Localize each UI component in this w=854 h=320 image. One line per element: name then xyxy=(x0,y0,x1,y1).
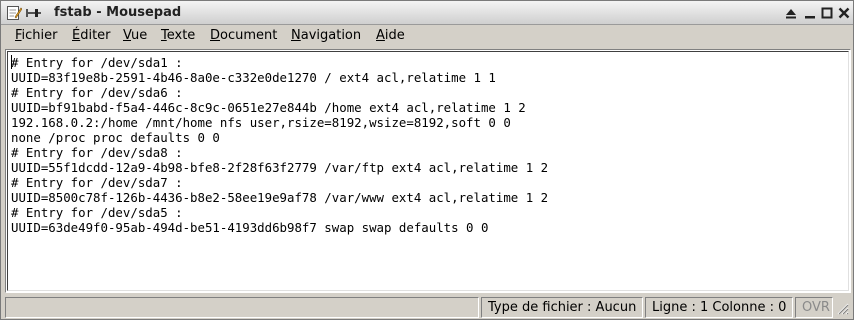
editor-line[interactable]: # Entry for /dev/sda1 : xyxy=(11,55,548,70)
menu-aide-label: ide xyxy=(384,28,405,43)
editor-line[interactable]: UUID=8500c78f-126b-4436-b8e2-58ee19e9af7… xyxy=(11,190,548,205)
status-file-type[interactable]: Type de fichier : Aucun xyxy=(481,297,643,318)
menu-vue-label: ue xyxy=(131,28,148,43)
editor-line[interactable]: # Entry for /dev/sda5 : xyxy=(11,205,548,220)
text-caret xyxy=(11,55,12,69)
pin-icon[interactable] xyxy=(26,5,42,21)
title-bar[interactable]: fstab - Mousepad xyxy=(1,1,853,25)
editor-line[interactable]: none /proc proc defaults 0 0 xyxy=(11,130,548,145)
status-overwrite: OVR xyxy=(795,297,833,318)
editor-line[interactable]: 192.168.0.2:/home /mnt/home nfs user,rsi… xyxy=(11,115,548,130)
editor-line[interactable]: # Entry for /dev/sda6 : xyxy=(11,85,548,100)
menu-aide[interactable]: Aide xyxy=(372,28,409,46)
menu-vue-mnemonic: V xyxy=(123,28,132,43)
status-bar: Type de fichier : Aucun Ligne : 1 Colonn… xyxy=(5,297,851,319)
editor-line[interactable]: UUID=63de49f0-95ab-494d-be51-4193dd6b98f… xyxy=(11,220,548,235)
editor-line[interactable]: # Entry for /dev/sda7 : xyxy=(11,175,548,190)
status-cursor-position: Ligne : 1 Colonne : 0 xyxy=(645,297,793,318)
menu-bar: Fichier Éditer Vue Texte Document Naviga… xyxy=(3,26,853,47)
menu-texte-label: exte xyxy=(166,28,196,43)
document-edit-icon[interactable] xyxy=(6,5,23,21)
editor-line[interactable]: UUID=83f19e8b-2591-4b46-8a0e-c332e0de127… xyxy=(11,70,548,85)
menu-editer-label: diter xyxy=(80,28,111,43)
resize-grip-icon[interactable] xyxy=(835,301,849,315)
window-title: fstab - Mousepad xyxy=(54,5,182,20)
menu-texte[interactable]: Texte xyxy=(157,28,199,46)
menu-navigation[interactable]: Navigation xyxy=(287,28,365,46)
editor-line[interactable]: UUID=55f1dcdd-12a9-4b98-bfe8-2f28f63f277… xyxy=(11,160,548,175)
text-editor[interactable]: # Entry for /dev/sda1 : UUID=83f19e8b-25… xyxy=(7,51,849,291)
maximize-icon[interactable] xyxy=(820,6,834,20)
menu-editer[interactable]: Éditer xyxy=(68,28,115,46)
status-message xyxy=(5,297,479,318)
editor-line[interactable]: UUID=bf91babd-f5a4-446c-8c9c-0651e27e844… xyxy=(11,100,548,115)
editor-frame: # Entry for /dev/sda1 : UUID=83f19e8b-25… xyxy=(5,49,851,293)
shade-icon[interactable] xyxy=(784,6,798,20)
menu-fichier-label: ichier xyxy=(21,28,58,43)
menu-navigation-label: avigation xyxy=(300,28,362,43)
editor-lines: # Entry for /dev/sda1 : UUID=83f19e8b-25… xyxy=(11,55,548,235)
menu-aide-mnemonic: A xyxy=(376,28,385,43)
minimize-icon[interactable] xyxy=(803,6,817,20)
close-icon[interactable] xyxy=(837,6,851,20)
menu-fichier[interactable]: Fichier xyxy=(11,28,62,46)
menu-document[interactable]: Document xyxy=(206,28,281,46)
menu-document-mnemonic: D xyxy=(210,28,221,43)
menu-document-label: ocument xyxy=(220,28,278,43)
menu-vue[interactable]: Vue xyxy=(119,28,151,46)
menu-editer-mnemonic: É xyxy=(72,28,81,43)
editor-line[interactable]: # Entry for /dev/sda8 : xyxy=(11,145,548,160)
menu-navigation-mnemonic: N xyxy=(291,28,301,43)
mousepad-window: fstab - Mousepad Fichier Éditer Vue Text… xyxy=(0,0,854,320)
